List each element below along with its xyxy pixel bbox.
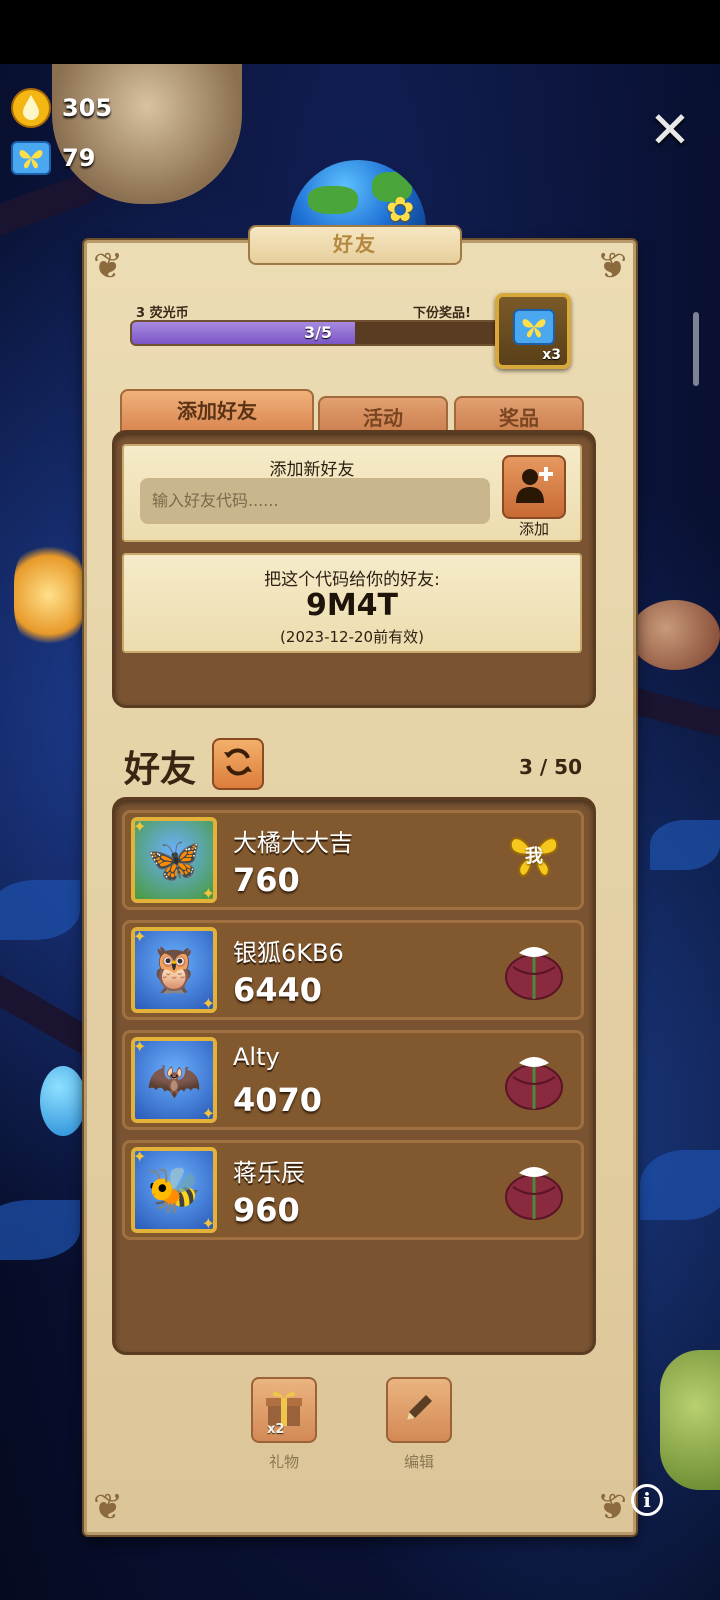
send-gift-button[interactable] bbox=[503, 1157, 565, 1223]
friend-row[interactable]: ✦ ✦ 🦇 Alty 4070 bbox=[122, 1030, 584, 1130]
avatar-creature-icon: 🦇 bbox=[146, 1055, 202, 1106]
butterflies-counter: 79 bbox=[10, 137, 95, 179]
leaf-decoration bbox=[640, 1150, 720, 1220]
send-gift-button[interactable] bbox=[503, 1047, 565, 1113]
reward-multiplier: x3 bbox=[542, 347, 561, 363]
bee-avatar: ✦ ✦ 🐝 bbox=[131, 1147, 217, 1233]
friends-title: 好友 bbox=[124, 749, 197, 790]
avatar-creature-icon: 🦉 bbox=[146, 945, 202, 996]
snail-decoration bbox=[630, 600, 720, 670]
me-badge-label: 我 bbox=[525, 846, 543, 867]
progress-right-label: 下份奖品! bbox=[413, 306, 471, 321]
send-gift-button[interactable] bbox=[503, 937, 565, 1003]
glowing-flower-decoration bbox=[14, 540, 84, 650]
gift-pouch-icon bbox=[505, 1057, 563, 1110]
butterflies-value: 79 bbox=[62, 144, 96, 172]
gift-pouch-icon bbox=[505, 1167, 563, 1220]
blue-creature-decoration bbox=[40, 1066, 86, 1136]
next-reward-box[interactable]: x3 bbox=[495, 293, 571, 369]
owl-avatar: ✦ ✦ 🦉 bbox=[131, 927, 217, 1013]
gift-button[interactable]: x2 bbox=[251, 1377, 317, 1443]
progress-text: 3/5 bbox=[303, 323, 333, 342]
tab-add-friend[interactable]: 添加好友 bbox=[120, 389, 314, 434]
butterfly-currency-icon bbox=[10, 137, 52, 179]
friend-score: 960 bbox=[233, 1191, 300, 1229]
friend-row[interactable]: ✦ ✦ 🐝 蒋乐辰 960 bbox=[122, 1140, 584, 1240]
friend-row[interactable]: ✦ ✦ 🦋 大橘大大吉 760 我 bbox=[122, 810, 584, 910]
light-drop-icon bbox=[10, 87, 52, 129]
panel-title: 好友 bbox=[248, 225, 462, 265]
flower-emblem-icon: ✿ bbox=[386, 190, 415, 230]
pencil-icon bbox=[399, 1388, 439, 1432]
avatar-creature-icon: 🦋 bbox=[146, 835, 202, 886]
friend-count: 3 / 50 bbox=[519, 755, 582, 779]
friend-row[interactable]: ✦ ✦ 🦉 银狐6KB6 6440 bbox=[122, 920, 584, 1020]
leaf-decoration bbox=[0, 880, 80, 940]
drops-counter: 305 bbox=[10, 87, 112, 129]
friend-name: 蒋乐辰 bbox=[233, 1159, 305, 1187]
close-button[interactable]: ✕ bbox=[645, 105, 695, 155]
corner-ornament: ❦ bbox=[596, 246, 627, 287]
game-scene: 305 79 ✕ ❦ ❦ ❦ ❦ ✿ 好友 3 荧光币 下份奖品! 3/5 x3… bbox=[0, 0, 720, 1600]
friend-name: 大橘大大吉 bbox=[233, 829, 353, 857]
edit-label: 编辑 bbox=[403, 1453, 434, 1471]
corner-ornament: ❦ bbox=[93, 246, 124, 287]
butterfly-avatar: ✦ ✦ 🦋 bbox=[131, 817, 217, 903]
code-validity: (2023-12-20前有效) bbox=[280, 628, 424, 646]
moth-avatar: ✦ ✦ 🦇 bbox=[131, 1037, 217, 1123]
corner-ornament: ❦ bbox=[596, 1487, 627, 1528]
friend-score: 6440 bbox=[233, 971, 323, 1009]
avatar-creature-icon: 🐝 bbox=[146, 1165, 202, 1216]
status-bar-area bbox=[0, 0, 720, 64]
leaf-decoration bbox=[0, 1200, 80, 1260]
progress-left-label: 3 荧光币 bbox=[136, 306, 189, 321]
drops-value: 305 bbox=[62, 94, 113, 122]
me-badge: 我 bbox=[503, 827, 565, 893]
friend-code: 9M4T bbox=[305, 588, 399, 623]
frog-decoration bbox=[660, 1350, 720, 1490]
scrollbar[interactable] bbox=[693, 312, 699, 386]
gift-multiplier: x2 bbox=[267, 1422, 285, 1437]
friend-score: 760 bbox=[233, 861, 300, 899]
gift-pouch-icon bbox=[505, 947, 563, 1000]
reward-progress-bar: 3/5 bbox=[130, 320, 506, 346]
share-code-heading: 把这个代码给你的好友: bbox=[264, 570, 440, 590]
add-friend-heading: 添加新好友 bbox=[269, 460, 355, 480]
add-friend-button[interactable] bbox=[502, 455, 566, 519]
friend-score: 4070 bbox=[233, 1081, 323, 1119]
friend-name: 银狐6KB6 bbox=[233, 939, 344, 967]
edit-button[interactable] bbox=[386, 1377, 452, 1443]
butterfly-reward-icon bbox=[513, 309, 555, 351]
add-user-icon bbox=[512, 463, 556, 511]
info-button[interactable]: i bbox=[631, 1484, 663, 1516]
gift-label: 礼物 bbox=[268, 1453, 299, 1471]
refresh-icon bbox=[220, 744, 256, 784]
friend-code-input[interactable]: 输入好友代码...... bbox=[140, 478, 490, 524]
corner-ornament: ❦ bbox=[93, 1487, 124, 1528]
leaf-decoration bbox=[650, 820, 720, 870]
refresh-button[interactable] bbox=[212, 738, 264, 790]
friend-name: Alty bbox=[233, 1043, 280, 1071]
add-button-label: 添加 bbox=[518, 520, 549, 538]
